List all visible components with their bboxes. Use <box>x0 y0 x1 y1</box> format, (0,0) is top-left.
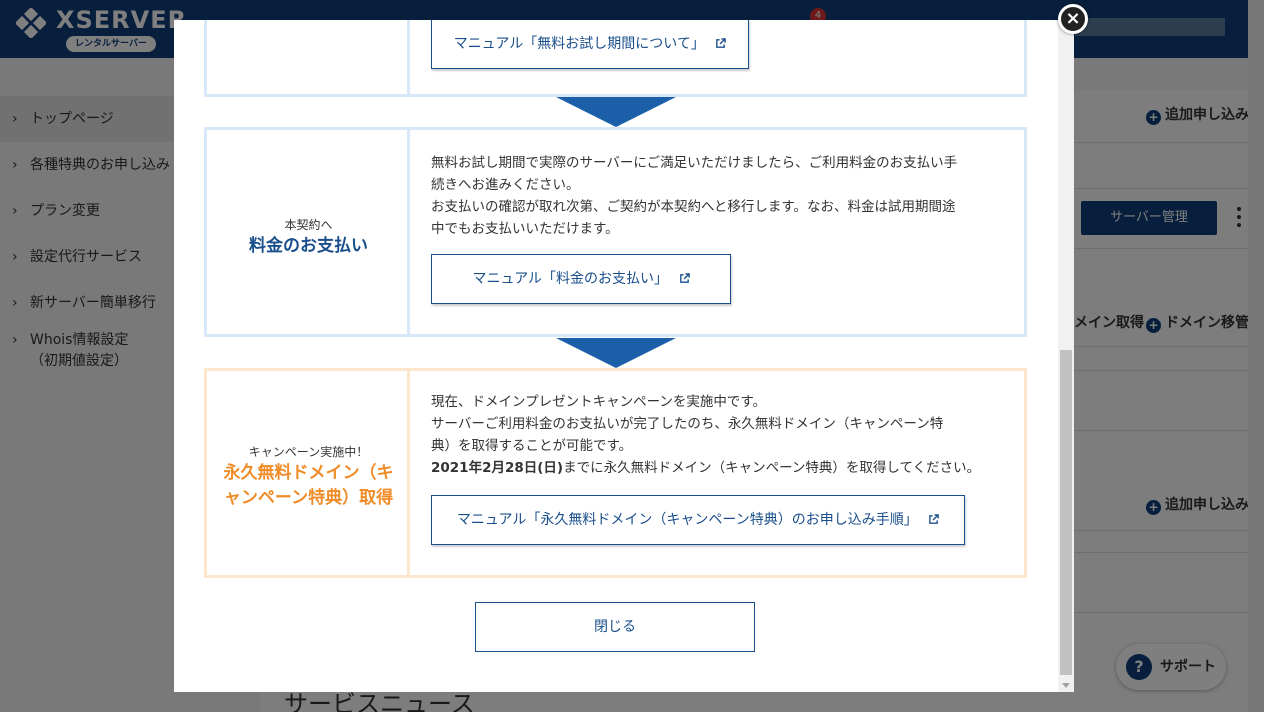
description-line: 続きへお進みください。 <box>431 177 580 193</box>
step-title-line2: ャンペーン特典）取得 <box>223 488 394 508</box>
external-link-icon <box>716 38 727 48</box>
step-subtitle: 本契約へ <box>284 218 333 232</box>
deadline-date: 2021年2月28日(日) <box>431 460 564 476</box>
description-line: 中でもお支払いいただけます。 <box>431 221 619 237</box>
manual-free-domain-button[interactable]: マニュアル「永久無料ドメイン（キャンペーン特典）のお申し込み手順」 <box>431 495 965 545</box>
step-label-cell: 本契約へ 料金のお支払い <box>207 130 410 334</box>
step-title: 料金のお支払い <box>249 236 368 256</box>
close-button[interactable]: 閉じる <box>475 602 755 652</box>
scroll-thumb[interactable] <box>1060 350 1072 675</box>
description-line: サーバーご利用料金のお支払いが完了したのち、永久無料ドメイン（キャンペーン特 <box>431 416 944 432</box>
description-line: 典）を取得することが可能です。 <box>431 438 633 454</box>
description-line: お支払いの確認が取れ次第、ご契約が本契約へと移行します。なお、料金は試用期間途 <box>431 199 956 215</box>
close-icon[interactable]: × <box>1058 4 1088 34</box>
flow-arrow-icon <box>556 97 676 127</box>
step-label-cell: キャンペーン実施中！ 永久無料ドメイン（キ ャンペーン特典）取得 <box>207 371 410 575</box>
external-link-icon <box>929 514 939 524</box>
button-label: マニュアル「永久無料ドメイン（キャンペーン特典）のお申し込み手順」 <box>456 512 918 528</box>
step-description: 無料お試し期間で実際のサーバーにご満足いただけましたら、ご利用料金のお支払い手 … <box>431 152 957 240</box>
button-label: マニュアル「料金のお支払い」 <box>472 271 669 287</box>
step-title-line1: 永久無料ドメイン（キ <box>223 463 394 483</box>
step-label-cell <box>207 20 410 94</box>
external-link-icon <box>679 273 690 283</box>
deadline-line: 2021年2月28日(日)までに永久無料ドメイン（キャンペーン特典）を取得してく… <box>431 457 980 479</box>
deadline-text: までに永久無料ドメイン（キャンペーン特典）を取得してください。 <box>563 460 981 476</box>
scroll-down-icon[interactable] <box>1062 683 1070 688</box>
description-line: 無料お試し期間で実際のサーバーにご満足いただけましたら、ご利用料金のお支払い手 <box>431 155 958 171</box>
step-subtitle: キャンペーン実施中！ <box>248 445 369 459</box>
modal-scrollbar[interactable] <box>1058 20 1074 692</box>
button-label: マニュアル「無料お試し期間について」 <box>453 36 705 52</box>
manual-trial-period-button[interactable]: マニュアル「無料お試し期間について」 <box>431 20 749 69</box>
manual-payment-button[interactable]: マニュアル「料金のお支払い」 <box>431 254 731 304</box>
step-trial-period: マニュアル「無料お試し期間について」 <box>204 20 1027 97</box>
step-payment: 本契約へ 料金のお支払い 無料お試し期間で実際のサーバーにご満足いただけましたら… <box>204 127 1027 337</box>
step-description: 現在、ドメインプレゼントキャンペーンを実施中です。 サーバーご利用料金のお支払い… <box>431 391 980 479</box>
description-line: 現在、ドメインプレゼントキャンペーンを実施中です。 <box>431 394 767 410</box>
modal-dialog: マニュアル「無料お試し期間について」 本契約へ 料金のお支払い 無料お試し期間で… <box>174 20 1074 692</box>
flow-arrow-icon <box>556 338 676 368</box>
modal-content: マニュアル「無料お試し期間について」 本契約へ 料金のお支払い 無料お試し期間で… <box>174 20 1058 692</box>
step-free-domain: キャンペーン実施中！ 永久無料ドメイン（キ ャンペーン特典）取得 現在、ドメイン… <box>204 368 1027 578</box>
